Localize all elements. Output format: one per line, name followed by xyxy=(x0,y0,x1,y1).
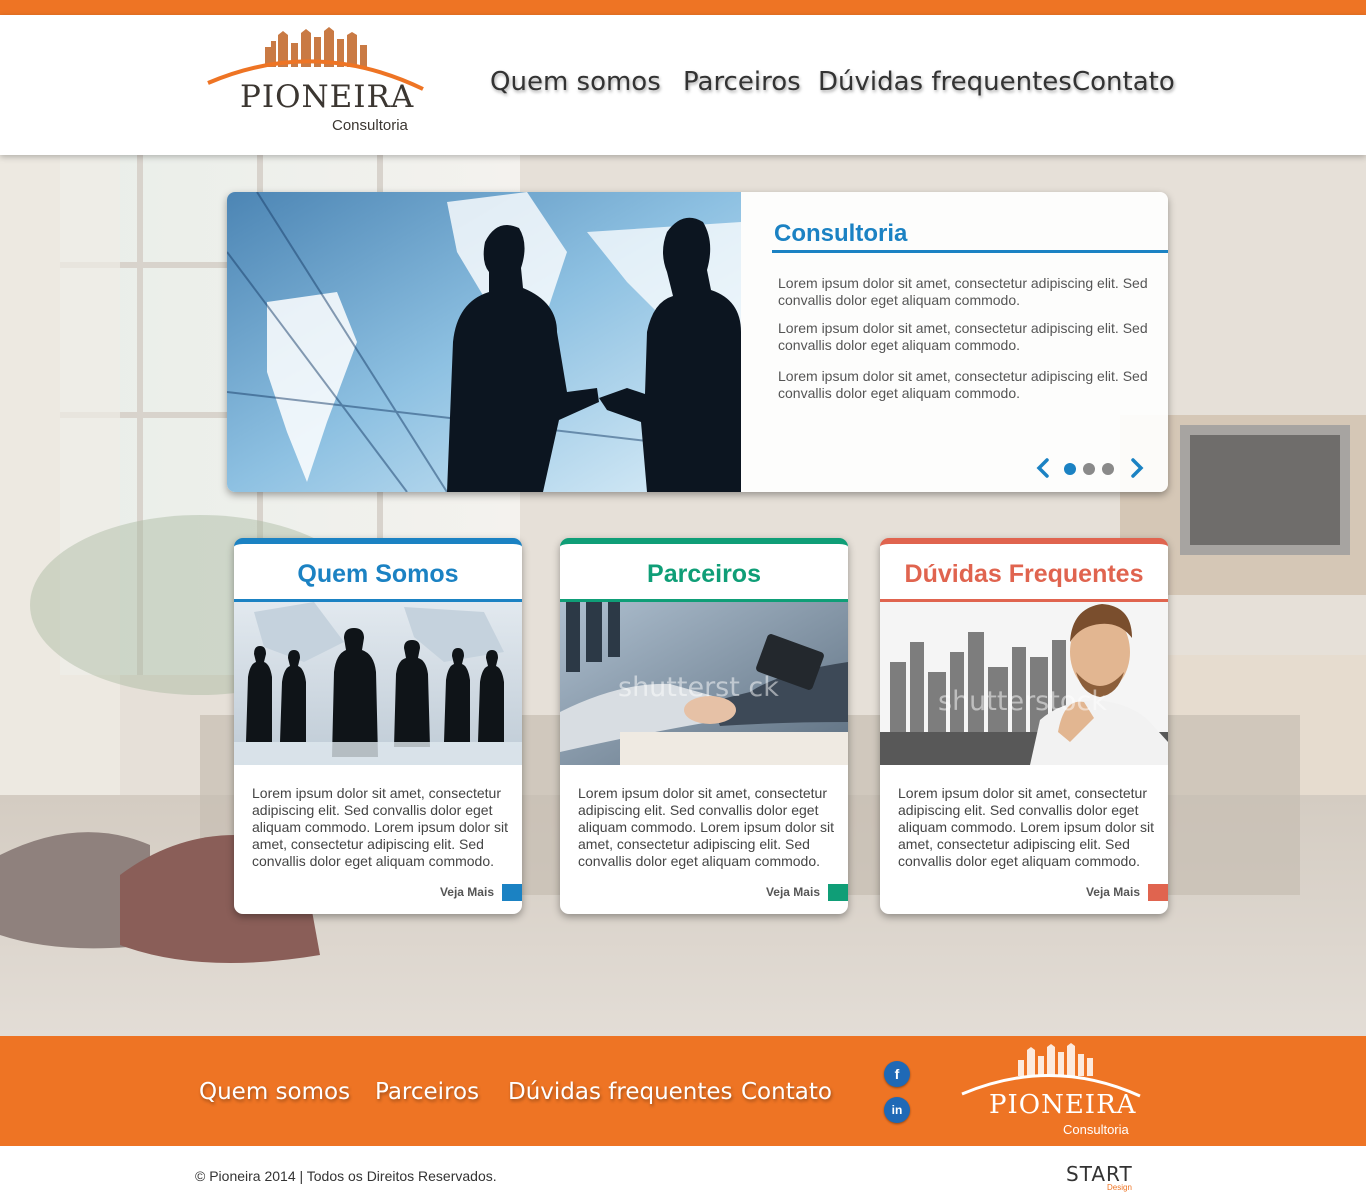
site-header: Pioneira Consultoria Quem somos Parceiro… xyxy=(0,15,1366,155)
slider-dot-2[interactable] xyxy=(1083,463,1095,475)
stock-watermark: shutterstock xyxy=(938,686,1107,717)
footer-logo-tagline: Consultoria xyxy=(1063,1122,1129,1137)
footer-nav-parceiros[interactable]: Parceiros xyxy=(375,1079,479,1105)
card-color-marker xyxy=(1148,884,1168,901)
logo-name: Pioneira xyxy=(240,79,415,115)
slider-title: Consultoria xyxy=(774,220,908,247)
card-title: Dúvidas Frequentes xyxy=(904,560,1144,588)
site-logo[interactable]: Pioneira Consultoria xyxy=(205,27,430,139)
card-title: Quem Somos xyxy=(297,560,459,588)
hero-section: Consultoria Lorem ipsum dolor sit amet, … xyxy=(0,155,1366,1036)
slider-title-rule xyxy=(772,250,1168,253)
top-accent-bar xyxy=(0,0,1366,15)
stock-watermark: shutterst ck xyxy=(618,672,779,703)
site-footer: Quem somos Parceiros Dúvidas frequentes … xyxy=(0,1036,1366,1146)
card-quem-somos: Quem Somos Lorem ipsum dolor sit amet, c… xyxy=(234,538,522,914)
card-image-thinking-man: shutterstock xyxy=(880,602,1168,765)
slider-paragraph-2: Lorem ipsum dolor sit amet, consectetur … xyxy=(778,320,1148,353)
nav-item-contato[interactable]: Contato xyxy=(1072,67,1175,97)
card-color-marker xyxy=(828,884,848,901)
slider-dot-1[interactable] xyxy=(1064,463,1076,475)
card-text: Lorem ipsum dolor sit amet, consectetur … xyxy=(898,785,1154,869)
card-text: Lorem ipsum dolor sit amet, consectetur … xyxy=(252,785,508,869)
logo-tagline: Consultoria xyxy=(332,117,408,134)
card-image-handshake: shutterst ck xyxy=(560,602,848,765)
nav-item-parceiros[interactable]: Parceiros xyxy=(683,67,801,97)
facebook-icon[interactable]: f xyxy=(884,1061,910,1087)
footer-logo-name: Pioneira xyxy=(989,1090,1137,1120)
chevron-right-icon[interactable] xyxy=(1131,458,1144,478)
slider-paragraph-3: Lorem ipsum dolor sit amet, consectetur … xyxy=(778,368,1148,401)
card-parceiros: Parceiros shutterst ck Lorem ipsum dolor… xyxy=(560,538,848,914)
footer-nav-contato[interactable]: Contato xyxy=(741,1079,832,1105)
veja-mais-link[interactable]: Veja Mais xyxy=(1086,885,1140,899)
featured-slider: Consultoria Lorem ipsum dolor sit amet, … xyxy=(227,192,1168,492)
veja-mais-link[interactable]: Veja Mais xyxy=(440,885,494,899)
slider-controls xyxy=(1035,458,1145,478)
card-color-marker xyxy=(502,884,522,901)
slider-paragraph-1: Lorem ipsum dolor sit amet, consectetur … xyxy=(778,275,1148,308)
chevron-left-icon[interactable] xyxy=(1036,458,1049,478)
card-text: Lorem ipsum dolor sit amet, consectetur … xyxy=(578,785,834,869)
footer-nav-quem-somos[interactable]: Quem somos xyxy=(199,1079,350,1105)
linkedin-icon[interactable]: in xyxy=(884,1097,910,1123)
credit-sub: Design xyxy=(1107,1183,1132,1192)
card-duvidas-frequentes: Dúvidas Frequentes shutterstock Lorem ip… xyxy=(880,538,1168,914)
footer-logo[interactable]: Pioneira Consultoria xyxy=(960,1042,1150,1142)
footer-nav-duvidas[interactable]: Dúvidas frequentes xyxy=(508,1079,733,1105)
designer-credit-logo[interactable]: START Design xyxy=(1066,1162,1146,1194)
copyright-bar: © Pioneira 2014 | Todos os Direitos Rese… xyxy=(0,1146,1366,1200)
veja-mais-link[interactable]: Veja Mais xyxy=(766,885,820,899)
nav-item-duvidas[interactable]: Dúvidas frequentes xyxy=(818,67,1072,97)
slider-image xyxy=(227,192,742,492)
nav-item-quem-somos[interactable]: Quem somos xyxy=(490,67,661,97)
copyright-text: © Pioneira 2014 | Todos os Direitos Rese… xyxy=(195,1168,497,1184)
slider-dot-3[interactable] xyxy=(1102,463,1114,475)
card-image-team xyxy=(234,602,522,765)
card-title: Parceiros xyxy=(647,560,761,588)
